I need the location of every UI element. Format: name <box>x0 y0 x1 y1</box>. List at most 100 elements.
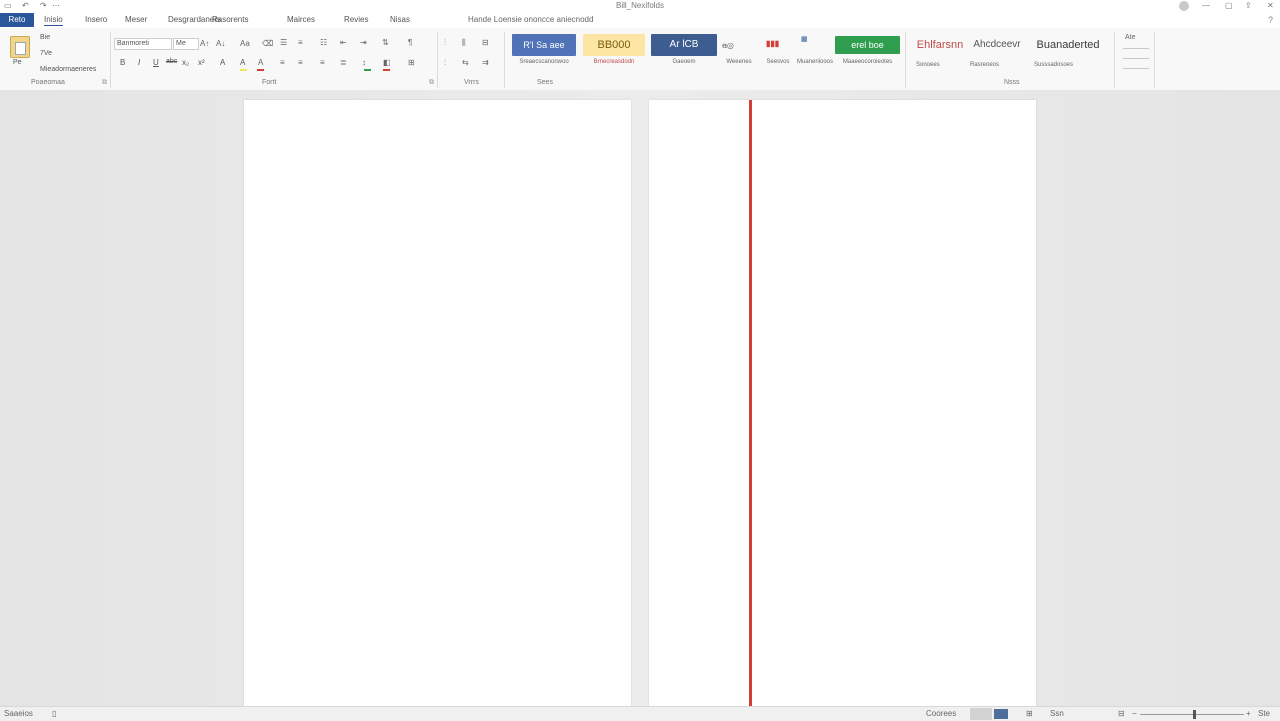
borders-icon[interactable]: ⊞ <box>408 58 415 67</box>
shrink-font-icon[interactable]: A↓ <box>216 39 225 48</box>
zoom-in-icon[interactable]: + <box>1246 709 1251 718</box>
group-divider <box>905 32 906 88</box>
justify-icon[interactable]: ≣ <box>340 58 347 67</box>
increase-indent-icon[interactable]: ⇥ <box>360 38 367 47</box>
style-title-preview[interactable]: Ehlfarsnn <box>912 36 968 54</box>
proofing-icon[interactable]: ▯ <box>52 709 56 718</box>
sort-icon[interactable]: ⇅ <box>382 38 389 47</box>
print-layout-button[interactable] <box>970 708 992 720</box>
shading-icon[interactable]: ◧ <box>383 58 391 67</box>
style-emphasis[interactable]: erel boe <box>835 36 900 54</box>
align-icon[interactable]: ⫶ <box>444 38 446 48</box>
cut-button[interactable]: Bie <box>40 34 50 41</box>
spacing-icon[interactable]: ⊟ <box>482 38 489 47</box>
italic-button[interactable]: I <box>138 58 140 67</box>
align-right-icon[interactable]: ≡ <box>320 58 325 67</box>
tab-references[interactable]: Rasorents <box>212 15 248 24</box>
line-spacing-icon[interactable]: ↕ <box>362 58 366 67</box>
bullets-icon[interactable]: ☰ <box>280 38 287 47</box>
ribbon: Pe Bie 7Ve Mieadormaeneres Poaeomaa ⧉ Ba… <box>0 28 1280 91</box>
underline-button[interactable]: U <box>153 58 159 67</box>
style-normal[interactable]: R'l Sa aee <box>512 34 576 56</box>
copy-button[interactable]: 7Ve <box>40 50 52 57</box>
group-divider <box>110 32 111 88</box>
style-subtitle-icon[interactable]: ▦ <box>801 35 808 44</box>
columns-icon[interactable]: ⫼ <box>462 38 466 48</box>
superscript-button[interactable]: x² <box>198 58 205 67</box>
zoom-slider[interactable] <box>1140 714 1244 715</box>
font-color-swatch <box>257 69 264 71</box>
format-painter-button[interactable]: Mieadormaeneres <box>40 66 96 73</box>
text-effects-button[interactable]: A <box>220 58 225 67</box>
paste-icon[interactable] <box>10 36 30 58</box>
clear-format-icon[interactable]: ⌫ <box>262 39 273 48</box>
share-icon[interactable]: ⇪ <box>1245 1 1252 10</box>
read-mode-icon[interactable]: ⊞ <box>1026 709 1033 718</box>
grow-font-icon[interactable]: A↑ <box>200 39 209 48</box>
web-layout-button[interactable] <box>994 709 1008 719</box>
highlight-color-button[interactable]: A <box>240 58 245 67</box>
document-page-2[interactable] <box>649 100 1036 710</box>
style-normal-caption: Sreaecscanonwoo <box>519 59 569 65</box>
clipboard-launcher-icon[interactable]: ⧉ <box>102 79 107 87</box>
style-no-spacing-caption: Brnecreasdodn <box>593 59 635 65</box>
editing-group-label: Nsss <box>1004 79 1020 86</box>
font-launcher-icon[interactable]: ⧉ <box>429 79 434 87</box>
style-heading-2-caption: Weeenes <box>726 59 752 65</box>
style-heading-2-icon[interactable]: ꬰ◎ <box>722 40 734 51</box>
fit-page-icon[interactable]: ⊟ <box>1118 709 1125 718</box>
paste-button[interactable]: Pe <box>13 59 22 66</box>
tab-mailings[interactable]: Mairces <box>287 15 315 24</box>
strikethrough-button[interactable]: abc <box>166 58 177 65</box>
style-heading-preview[interactable]: Ahcdceevr <box>968 36 1026 54</box>
status-bar: Saaeios ▯ Coorees ⊞ Ssn ⊟ − + Ste <box>0 706 1280 721</box>
decrease-indent-icon[interactable]: ⇤ <box>340 38 347 47</box>
document-canvas[interactable] <box>0 90 1280 710</box>
tell-me-box[interactable]: Hande Loensie ononcce aniecnodd <box>468 15 593 24</box>
numbering-icon[interactable]: ≡ <box>298 38 303 47</box>
align-center-icon[interactable]: ≡ <box>298 58 303 67</box>
restore-icon[interactable]: ▢ <box>1225 1 1233 10</box>
margin-line <box>749 100 752 710</box>
style-subtitle-preview[interactable]: Buanaderted <box>1032 36 1104 54</box>
align-left-icon[interactable]: ≡ <box>280 58 285 67</box>
zoom-percent[interactable]: Ste <box>1258 709 1270 718</box>
font-size-select[interactable]: Me <box>173 38 199 50</box>
divider <box>1123 68 1149 69</box>
document-page-1[interactable] <box>244 100 631 710</box>
tab-home[interactable]: Inisio <box>44 15 63 26</box>
title-bar: ▭ ↶ ↷ ⋯ Bill_Nexifolds — ▢ ⇪ ✕ <box>0 0 1280 12</box>
font-group-label: Fortt <box>262 79 277 86</box>
change-case-icon[interactable]: Aa <box>240 39 250 48</box>
style-heading-1[interactable]: Ar lCB <box>651 34 717 56</box>
zoom-label: Ssn <box>1050 709 1064 718</box>
font-name-select[interactable]: Banmoreti <box>114 38 172 50</box>
style-no-spacing[interactable]: BB000 <box>583 34 645 56</box>
page-info[interactable]: Saaeios <box>4 709 33 718</box>
show-marks-icon[interactable]: ¶ <box>408 38 412 47</box>
zoom-out-icon[interactable]: − <box>1132 709 1137 718</box>
tab-review[interactable]: Revies <box>344 15 368 24</box>
style-emphasis-caption: Maaeeocoroieotes <box>842 59 893 65</box>
tab-file[interactable]: Reto <box>0 13 34 27</box>
avatar[interactable] <box>1179 1 1189 11</box>
bold-button[interactable]: B <box>120 58 125 67</box>
tab-view[interactable]: Nisas <box>390 15 410 24</box>
multilevel-list-icon[interactable]: ☷ <box>320 38 327 47</box>
subscript-button[interactable]: x₂ <box>182 58 189 67</box>
ltr-icon[interactable]: ⇉ <box>482 58 489 67</box>
tab-design[interactable]: Meser <box>125 15 147 24</box>
style-title-icon[interactable]: ▮▮▮ <box>766 39 779 48</box>
paragraph-group-label: Vrrrs <box>464 79 479 86</box>
minimize-icon[interactable]: — <box>1202 1 1210 10</box>
more-styles-button[interactable]: Ate <box>1125 34 1136 41</box>
close-icon[interactable]: ✕ <box>1267 1 1274 10</box>
direction-icon[interactable]: ⇆ <box>462 58 469 67</box>
zoom-slider-thumb[interactable] <box>1193 710 1196 719</box>
style-subtitle-caption: Muaneriiooos <box>797 59 834 65</box>
help-icon[interactable]: ? <box>1268 15 1273 25</box>
indent-icon[interactable]: ⫶ <box>444 58 446 68</box>
style-caption: Sonoees <box>916 62 940 68</box>
font-color-icon[interactable]: A <box>258 58 263 67</box>
tab-insert[interactable]: Insero <box>85 15 107 24</box>
